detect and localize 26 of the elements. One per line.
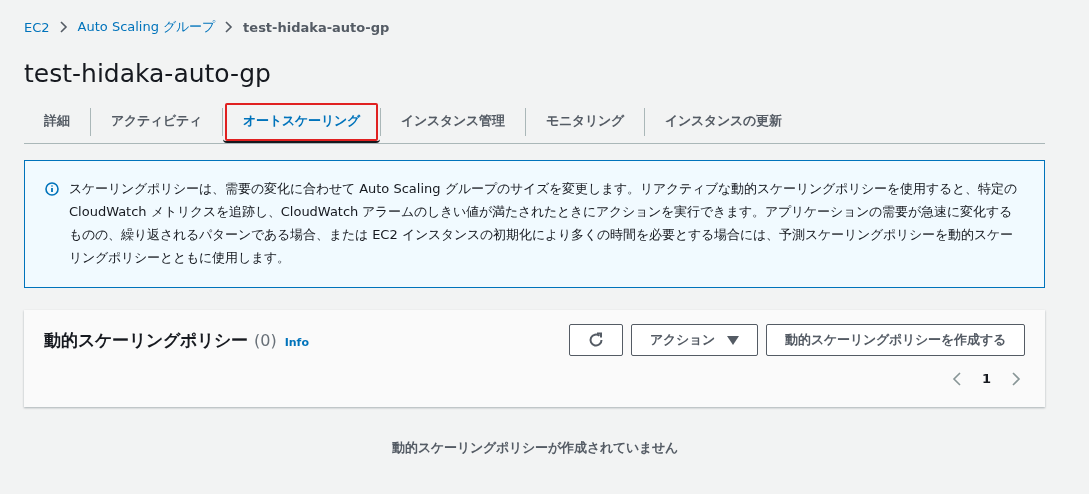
caret-icon — [727, 335, 739, 345]
tab[interactable]: アクティビティ — [91, 101, 222, 143]
previous-page-icon[interactable] — [951, 371, 962, 386]
tab[interactable]: モニタリング — [526, 101, 644, 143]
tab[interactable]: 詳細 — [24, 101, 90, 143]
page-number[interactable]: 1 — [975, 370, 997, 387]
actions-button[interactable]: アクション — [631, 324, 758, 356]
empty-state-title: 動的スケーリングポリシーが作成されていません — [390, 439, 679, 457]
policy-count: (0) — [254, 330, 277, 350]
refresh-button[interactable] — [569, 324, 623, 356]
tab[interactable]: インスタンスの更新 — [645, 101, 802, 143]
info-link[interactable]: Info — [284, 335, 309, 349]
alert-text: スケーリングポリシーは、需要の変化に合わせて Auto Scaling グループのサイズを変更します。リアクティブな動的スケーリングポリシーを使用すると、特定の CloudWatch メトリクスを追跡し、CloudWatch アラームのしきい値が満たされたときにアクションを実行できます。アプリケーションの需要が急速に変化するものの、繰り返されるパターンである場合、または EC2 インスタンスの初期化により多くの時間を必要とする場合には、予測スケーリングポリシーを動的スケーリングポリシーとともに使用します。 — [69, 180, 1018, 267]
info-icon — [45, 182, 59, 196]
refresh-icon — [588, 332, 604, 348]
next-page-icon[interactable] — [1011, 371, 1021, 386]
chevron-right-icon — [59, 21, 68, 33]
chevron-right-icon — [225, 21, 234, 33]
create-policy-button[interactable]: 動的スケーリングポリシーを作成する — [766, 324, 1025, 356]
tab[interactable]: インスタンス管理 — [381, 101, 525, 143]
breadcrumb-current: test-hidaka-auto-gp — [243, 19, 390, 35]
tab[interactable]: オートスケーリング — [223, 101, 380, 143]
breadcrumb-link[interactable]: Auto Scaling グループ — [77, 18, 216, 36]
panel-title: 動的スケーリングポリシー — [44, 328, 248, 352]
breadcrumb-link[interactable]: EC2 — [24, 19, 50, 35]
page-title: test-hidaka-auto-gp — [24, 59, 272, 89]
